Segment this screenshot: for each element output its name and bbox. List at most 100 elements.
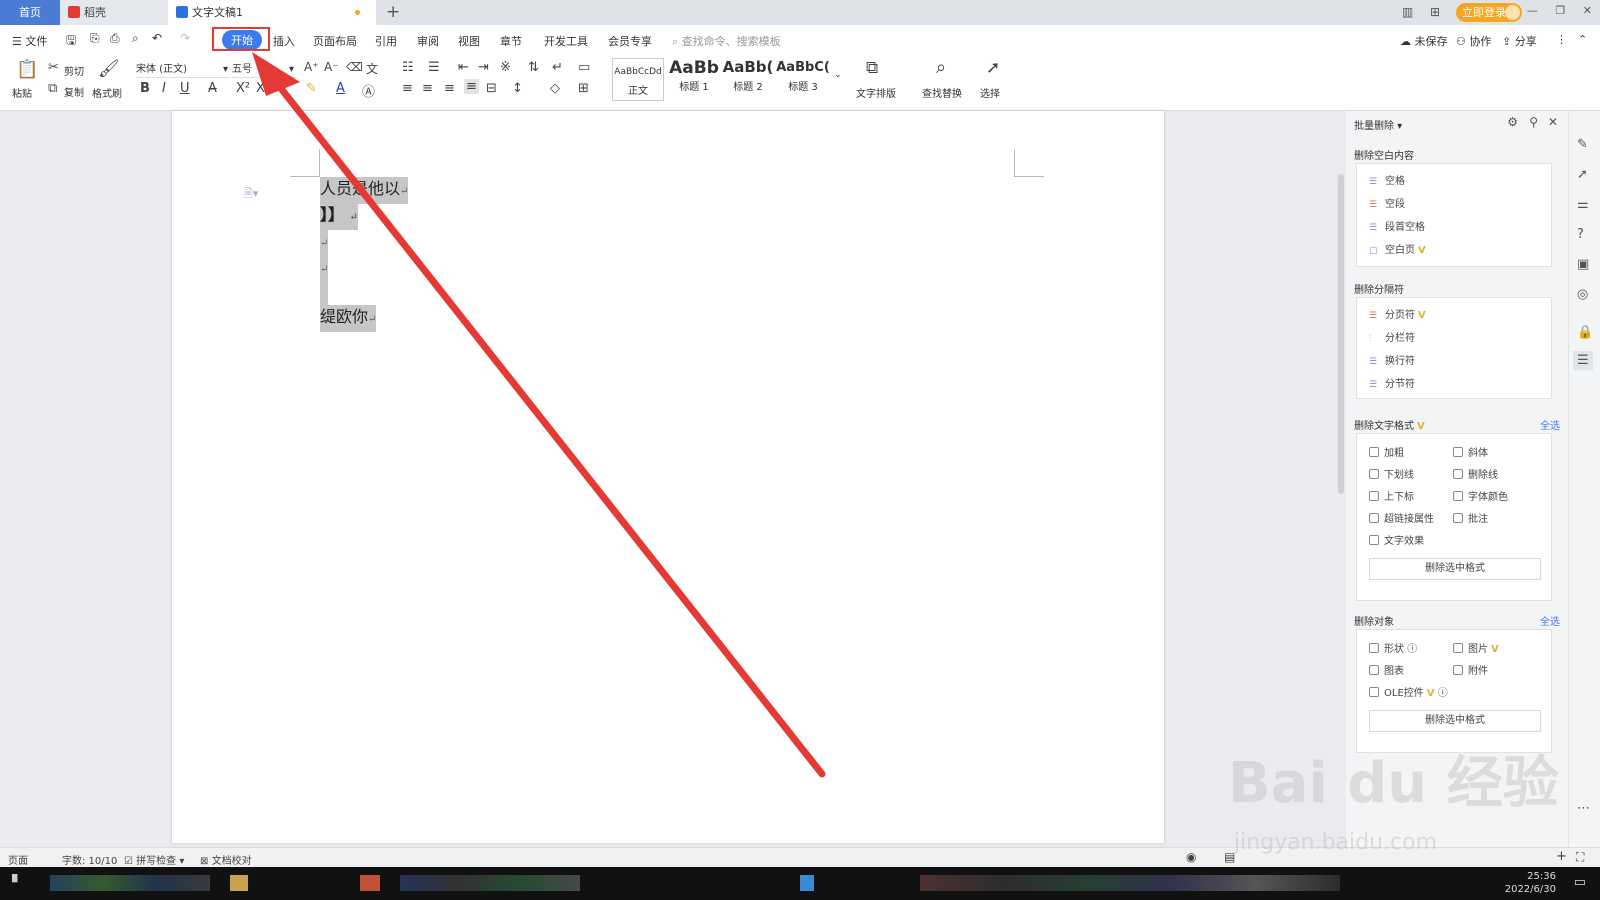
paragraph-handle-icon[interactable]: 🗎▾ xyxy=(244,185,258,204)
decrease-indent-icon[interactable]: ⇤ xyxy=(458,60,469,75)
menu-review[interactable]: 审阅 xyxy=(417,33,439,49)
borders-icon[interactable]: ⊞ xyxy=(578,81,589,96)
proofread[interactable]: ⊠ 文档校对 xyxy=(200,852,252,867)
menu-chapter[interactable]: 章节 xyxy=(500,33,522,49)
select-label[interactable]: 选择 xyxy=(980,85,1000,100)
lock-icon[interactable]: 🔒 xyxy=(1577,325,1593,340)
undo-icon[interactable]: ↶ xyxy=(152,31,162,45)
separator-item-column-break[interactable]: ⫶ 分栏符 xyxy=(1369,329,1415,344)
format-italic-checkbox[interactable]: 斜体 xyxy=(1453,444,1488,459)
unsaved-status[interactable]: ☁ 未保存 xyxy=(1400,33,1448,49)
collapse-ribbon-icon[interactable]: ⌃ xyxy=(1578,33,1587,46)
doc-line-6[interactable]: 缇欧你↵ xyxy=(320,305,377,332)
restore-icon[interactable]: ❐ xyxy=(1555,4,1565,17)
grow-font-icon[interactable]: A⁺ xyxy=(304,60,319,74)
notification-icon[interactable]: ▭ xyxy=(1574,875,1586,890)
paste-label[interactable]: 粘贴 xyxy=(12,85,32,100)
font-color-icon[interactable]: A xyxy=(336,81,345,96)
tab-docer[interactable]: 稻壳 xyxy=(60,0,168,25)
export-icon[interactable]: ⎘ xyxy=(90,31,100,46)
bold-icon[interactable]: B xyxy=(140,81,150,96)
align-center-icon[interactable]: ≡ xyxy=(422,81,433,96)
close-icon[interactable]: ✕ xyxy=(1583,4,1592,17)
format-select-all[interactable]: 全选 xyxy=(1540,417,1560,432)
find-replace-label[interactable]: 查找替换 xyxy=(922,85,962,100)
object-attachment-checkbox[interactable]: 附件 xyxy=(1453,662,1488,677)
minimize-icon[interactable]: — xyxy=(1527,4,1538,17)
text-layout-label[interactable]: 文字排版 xyxy=(856,85,896,100)
menu-view[interactable]: 视图 xyxy=(458,33,480,49)
format-strikethrough-checkbox[interactable]: 删除线 xyxy=(1453,466,1498,481)
menu-page-layout[interactable]: 页面布局 xyxy=(313,33,357,49)
select-cursor-icon[interactable]: ➚ xyxy=(986,58,1000,78)
panel-title[interactable]: 批量删除 ▾ xyxy=(1354,117,1402,132)
object-select-all[interactable]: 全选 xyxy=(1540,613,1560,628)
zoom-in-icon[interactable]: + xyxy=(1556,849,1567,864)
adjust-icon[interactable]: ⚌ xyxy=(1577,197,1589,212)
format-painter-icon[interactable]: 🖌 xyxy=(98,59,120,79)
separator-item-line-break[interactable]: ☰ 换行符 xyxy=(1369,352,1415,367)
object-image-checkbox[interactable]: 图片 V xyxy=(1453,640,1499,655)
increase-indent-icon[interactable]: ⇥ xyxy=(478,60,489,75)
bullet-list-icon[interactable]: ☷ xyxy=(402,60,414,75)
blank-item-empty-para[interactable]: ☰ 空段 xyxy=(1369,195,1405,210)
separator-item-page-break[interactable]: ☰ 分页符 V xyxy=(1369,306,1426,321)
menu-file[interactable]: ☰ 文件 xyxy=(12,33,47,49)
cursor-icon[interactable]: ➚ xyxy=(1577,167,1588,182)
font-name-select[interactable]: 宋体 (正文) ▾ xyxy=(136,61,230,78)
settings-icon[interactable]: ⚙ xyxy=(1507,115,1518,129)
new-tab-plus-icon[interactable]: + xyxy=(386,2,400,22)
grid-apps-icon[interactable]: ⊞ xyxy=(1430,5,1440,19)
more-dots-icon[interactable]: ⋯ xyxy=(1577,801,1590,816)
fullscreen-icon[interactable]: ⛶ xyxy=(1576,850,1584,865)
blank-item-empty-page[interactable]: ▢ 空白页 V xyxy=(1369,241,1426,256)
align-left-icon[interactable]: ≡ xyxy=(402,81,413,96)
clear-format-icon[interactable]: ⌫ xyxy=(346,60,363,74)
scrollbar-thumb[interactable] xyxy=(1338,174,1344,494)
separator-item-section-break[interactable]: ☰ 分节符 xyxy=(1369,375,1415,390)
underline-icon[interactable]: U xyxy=(180,81,190,96)
menu-dev-tools[interactable]: 开发工具 xyxy=(544,33,588,49)
copy-label[interactable]: 复制 xyxy=(64,84,84,99)
highlight-icon[interactable]: ✎ xyxy=(306,81,317,96)
edit-pen-icon[interactable]: ✎ xyxy=(1577,137,1588,152)
format-bold-checkbox[interactable]: 加粗 xyxy=(1369,444,1404,459)
object-chart-checkbox[interactable]: 图表 xyxy=(1369,662,1404,677)
print-icon[interactable]: ⎙ xyxy=(110,31,120,46)
italic-icon[interactable]: I xyxy=(162,81,166,96)
pin-icon[interactable]: ⚲ xyxy=(1529,115,1538,129)
image-tool-icon[interactable]: ▣ xyxy=(1577,257,1589,272)
blank-item-leading-space[interactable]: ☰ 段首空格 xyxy=(1369,218,1425,233)
shading-icon[interactable]: ◇ xyxy=(550,81,560,96)
doc-line-3[interactable]: ↵ xyxy=(320,229,328,255)
print-preview-icon[interactable]: ⌕ xyxy=(132,31,139,46)
tab-document[interactable]: 文字文稿1 xyxy=(168,0,376,25)
batch-delete-tool-icon[interactable]: ☰ xyxy=(1573,351,1593,370)
doc-line-4[interactable]: ↵ xyxy=(320,255,328,281)
format-font-color-checkbox[interactable]: 字体颜色 xyxy=(1453,488,1508,503)
format-painter-label[interactable]: 格式刷 xyxy=(92,85,122,100)
menu-insert[interactable]: 插入 xyxy=(273,33,295,49)
eye-protect-icon[interactable]: ◉ xyxy=(1186,850,1196,864)
command-search[interactable]: ⌕ 查找命令、搜索模板 xyxy=(672,33,781,49)
menu-references[interactable]: 引用 xyxy=(375,33,397,49)
redo-icon[interactable]: ↷ xyxy=(180,31,190,45)
format-underline-checkbox[interactable]: 下划线 xyxy=(1369,466,1414,481)
object-ole-checkbox[interactable]: OLE控件 V ⓘ xyxy=(1369,684,1448,699)
format-script-checkbox[interactable]: 上下标 xyxy=(1369,488,1414,503)
style-heading3[interactable]: AaBbC( 标题 3 xyxy=(776,58,830,101)
pinyin-icon[interactable]: 文 xyxy=(366,60,378,77)
layout-icon[interactable]: ▥ xyxy=(1402,5,1413,19)
cut-icon[interactable]: ✂ xyxy=(48,60,59,75)
shrink-font-icon[interactable]: A⁻ xyxy=(324,60,339,74)
copy-icon[interactable]: ⧉ xyxy=(48,81,57,96)
doc-line-2[interactable]: 】】 ↵ xyxy=(320,203,358,230)
chinese-layout-icon[interactable]: ※ xyxy=(500,60,511,75)
delete-format-button[interactable]: 删除选中格式 xyxy=(1369,558,1541,580)
close-panel-icon[interactable]: ✕ xyxy=(1548,115,1558,129)
style-normal[interactable]: AaBbCcDd 正文 xyxy=(612,58,664,101)
menu-member[interactable]: 会员专享 xyxy=(608,33,652,49)
char-border-icon[interactable]: Ⓐ xyxy=(362,81,375,100)
table-tools-icon[interactable]: ▭ xyxy=(578,60,590,75)
cut-label[interactable]: 剪切 xyxy=(64,63,84,78)
